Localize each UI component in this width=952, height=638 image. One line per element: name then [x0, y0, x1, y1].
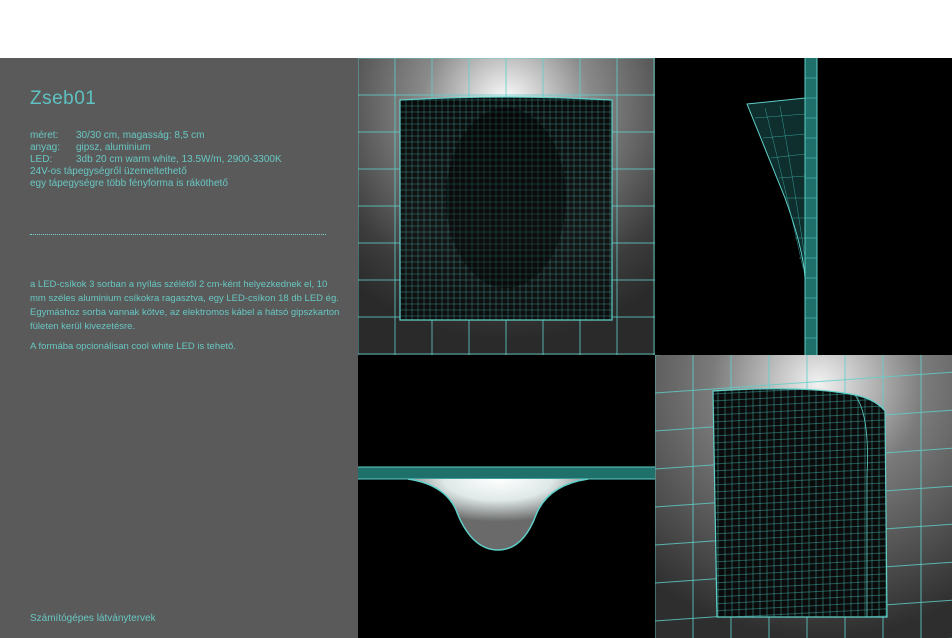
- description-paragraph: A formába opcionálisan cool white LED is…: [30, 341, 236, 352]
- render-front-view: [358, 58, 655, 355]
- description-paragraph: a LED-csíkok 3 sorban a nyílás szélétől …: [30, 279, 340, 332]
- spec-value: 30/30 cm, magasság: 8,5 cm: [76, 130, 205, 141]
- spec-key: méret:: [30, 130, 59, 141]
- render-perspective-view: [655, 355, 952, 638]
- spec-row-led: LED: 3db 20 cm warm white, 13.5W/m, 2900-…: [30, 154, 282, 166]
- render-bottom-section: [358, 355, 655, 638]
- spec-value: gipsz, aluminium: [76, 142, 151, 153]
- product-title: Zseb01: [30, 88, 97, 109]
- spec-key: LED:: [30, 154, 53, 165]
- presentation-sheet: Zseb01 méret: 30/30 cm, magasság: 8,5 cm …: [0, 58, 952, 638]
- spec-row-size: méret: 30/30 cm, magasság: 8,5 cm: [30, 130, 282, 142]
- spec-key: anyag:: [30, 142, 61, 153]
- front-view-image: [358, 58, 655, 355]
- render-side-section: [655, 58, 952, 355]
- dotted-divider: [30, 234, 326, 235]
- info-panel: Zseb01 méret: 30/30 cm, magasság: 8,5 cm …: [0, 58, 358, 638]
- spec-note: 24V-os tápegységről üzemeltethető: [30, 166, 187, 177]
- side-section-image: [655, 58, 952, 355]
- footer-caption: Számítógépes látványtervek: [30, 613, 156, 624]
- spec-list: méret: 30/30 cm, magasság: 8,5 cm anyag: g…: [30, 130, 282, 190]
- spec-row-material: anyag: gipsz, aluminium: [30, 142, 282, 154]
- spec-note: egy tápegységre több fényforma is ráköth…: [30, 178, 228, 189]
- perspective-view-image: [655, 355, 952, 638]
- bottom-section-image: [358, 355, 655, 638]
- description: a LED-csíkok 3 sorban a nyílás szélétől …: [30, 278, 340, 360]
- spec-value: 3db 20 cm warm white, 13.5W/m, 2900-3300…: [76, 154, 282, 165]
